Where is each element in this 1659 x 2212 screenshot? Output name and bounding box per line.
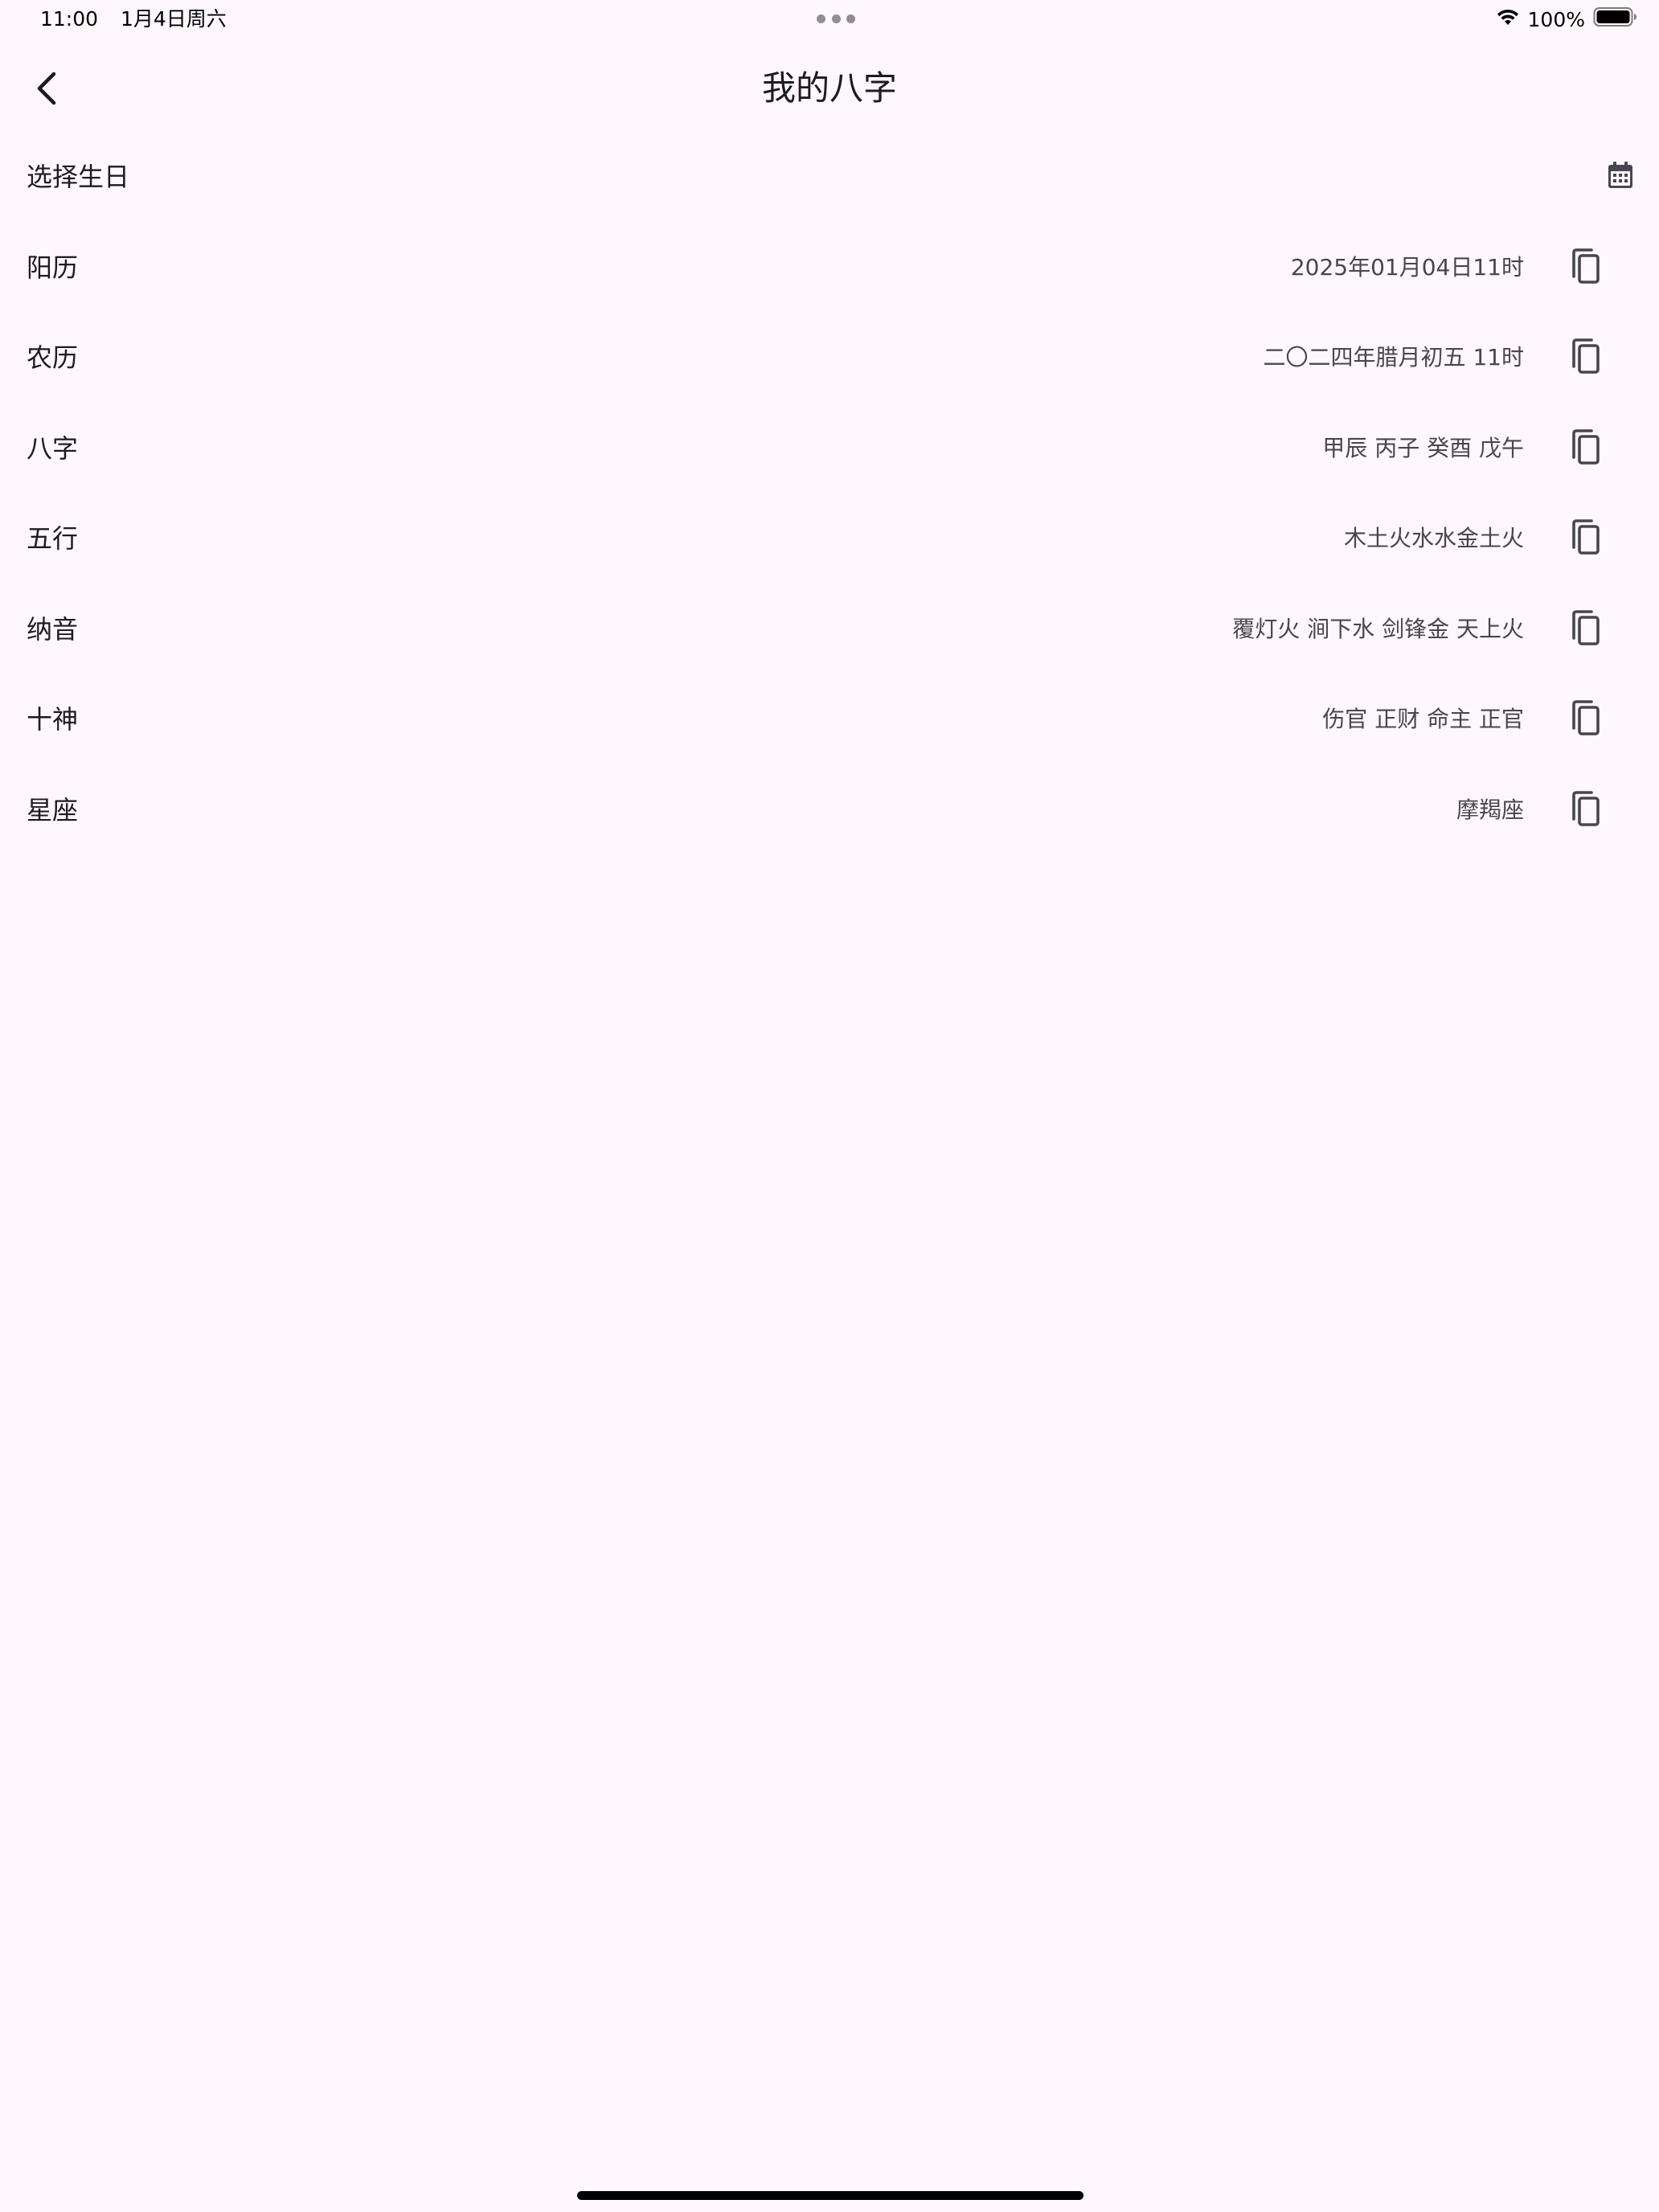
- row-value: 2025年01月04日11时: [1290, 253, 1524, 281]
- list-item-bazi: 八字 甲辰 丙子 癸酉 戊午: [0, 402, 1659, 493]
- row-label: 纳音: [27, 613, 79, 645]
- row-value: 伤官 正财 命主 正官: [1322, 706, 1524, 733]
- list-item-nayin: 纳音 覆灯火 涧下水 剑锋金 天上火: [0, 583, 1659, 674]
- status-left: 11:00 1月4日周六: [40, 5, 243, 34]
- row-label: 十神: [27, 704, 79, 735]
- list-item-shishen: 十神 伤官 正财 命主 正官: [0, 673, 1659, 764]
- copy-icon: [1572, 519, 1600, 555]
- list-item-solar: 阳历 2025年01月04日11时: [0, 221, 1659, 312]
- battery-icon: [1593, 6, 1638, 32]
- row-label: 农历: [27, 342, 79, 374]
- calendar-icon: [1608, 162, 1632, 189]
- select-birthday-label: 选择生日: [27, 162, 130, 193]
- row-label: 五行: [27, 523, 79, 555]
- status-time: 11:00: [40, 7, 99, 31]
- row-label: 星座: [27, 794, 79, 825]
- calendar-button[interactable]: [1601, 156, 1640, 195]
- copy-button[interactable]: [1561, 332, 1609, 380]
- copy-button[interactable]: [1561, 513, 1609, 561]
- row-value: 摩羯座: [1456, 796, 1524, 823]
- page-title: 我的八字: [761, 68, 897, 108]
- row-label: 八字: [27, 432, 79, 464]
- app-bar: 我的八字: [0, 48, 1659, 127]
- copy-button[interactable]: [1561, 694, 1609, 742]
- multitasking-dots-icon[interactable]: [817, 14, 855, 24]
- wifi-icon: [1496, 7, 1520, 31]
- row-value: 木土火水水金土火: [1343, 525, 1524, 552]
- copy-icon: [1572, 790, 1600, 826]
- status-bar: 11:00 1月4日周六 100%: [0, 0, 1659, 39]
- bazi-list: 选择生日 阳历 2025年01月04日11时 农历 二〇二四年腊月初五 11时 …: [0, 130, 1659, 854]
- row-value: 甲辰 丙子 癸酉 戊午: [1322, 434, 1524, 461]
- copy-button[interactable]: [1561, 242, 1609, 290]
- row-label: 阳历: [27, 252, 79, 283]
- copy-icon: [1572, 338, 1600, 375]
- status-right: 100%: [1496, 5, 1638, 34]
- copy-icon: [1572, 700, 1600, 736]
- row-value: 覆灯火 涧下水 剑锋金 天上火: [1232, 615, 1524, 642]
- row-value: 二〇二四年腊月初五 11时: [1263, 344, 1524, 371]
- copy-icon: [1572, 609, 1600, 645]
- copy-button[interactable]: [1561, 423, 1609, 471]
- copy-button[interactable]: [1561, 784, 1609, 833]
- status-date: 1月4日周六: [121, 7, 227, 31]
- battery-percent: 100%: [1527, 7, 1585, 31]
- list-item-lunar: 农历 二〇二四年腊月初五 11时: [0, 311, 1659, 402]
- list-item-wuxing: 五行 木土火水水金土火: [0, 492, 1659, 583]
- select-birthday-row[interactable]: 选择生日: [0, 130, 1659, 221]
- copy-icon: [1572, 428, 1600, 465]
- list-item-zodiac: 星座 摩羯座: [0, 764, 1659, 854]
- copy-icon: [1572, 248, 1600, 284]
- copy-button[interactable]: [1561, 604, 1609, 652]
- home-indicator[interactable]: [577, 2191, 1083, 2200]
